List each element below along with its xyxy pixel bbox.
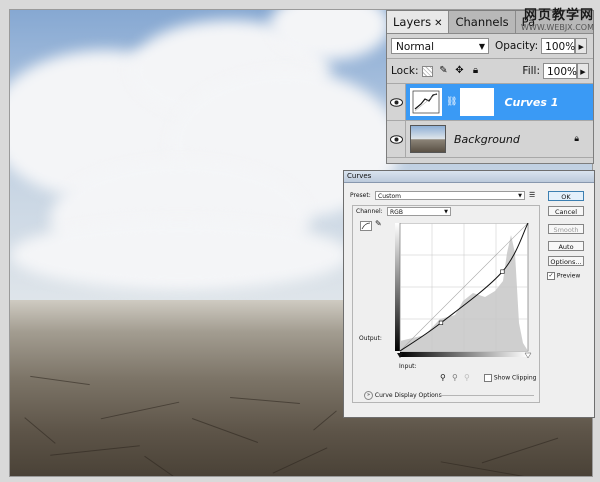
black-eyedropper-icon[interactable]: ⚲: [440, 373, 446, 382]
white-eyedropper-icon[interactable]: ⚲: [464, 373, 470, 382]
preset-value: Custom: [378, 193, 401, 200]
layer-mask-thumbnail[interactable]: [460, 88, 495, 116]
tab-layers[interactable]: Layers ✕: [387, 11, 450, 33]
show-clipping-label: Show Clipping: [493, 374, 537, 382]
tab-layers-label: Layers: [393, 15, 432, 29]
check-icon: ✓: [547, 272, 555, 280]
layers-panel: Layers ✕ Channels Pa Normal ▼ Opacity: 10…: [386, 10, 594, 164]
tab-channels-label: Channels: [455, 15, 509, 29]
preset-select[interactable]: Custom ▼: [375, 191, 525, 200]
opacity-arrow-icon[interactable]: ▶: [575, 38, 588, 54]
lock-label: Lock:: [391, 65, 419, 77]
lock-icon: 🔒︎: [574, 134, 579, 144]
output-gradient-bar: [395, 223, 400, 351]
preset-options-icon[interactable]: ☰: [529, 191, 535, 199]
dialog-title: Curves: [344, 171, 594, 183]
display-options-label: Curve Display Options: [374, 392, 442, 399]
watermark-url: WWW.WEBJX.COM: [521, 23, 594, 32]
checkbox-box: [484, 374, 492, 382]
watermark: 网页教学网 WWW.WEBJX.COM: [521, 4, 594, 32]
opacity-input[interactable]: 100%: [541, 38, 575, 54]
eye-icon[interactable]: [387, 121, 406, 157]
fill-arrow-icon[interactable]: ▶: [577, 63, 589, 79]
watermark-title: 网页教学网: [523, 8, 594, 23]
lock-pixels-icon[interactable]: ✎: [437, 65, 449, 77]
curves-dialog: Curves Preset: Custom ▼ ☰ OK Cancel Smoo…: [343, 170, 595, 418]
channel-label: Channel:: [356, 208, 383, 215]
channel-value: RGB: [390, 209, 403, 216]
curve-display-options-toggle[interactable]: » Curve Display Options: [364, 391, 442, 400]
eye-icon[interactable]: [387, 84, 406, 120]
pencil-icon[interactable]: ✎: [375, 219, 382, 228]
link-icon[interactable]: ⛓: [446, 97, 457, 107]
curve-point-tool-icon[interactable]: [360, 221, 372, 231]
layer-name[interactable]: Curves 1: [504, 96, 558, 109]
tab-channels[interactable]: Channels: [449, 11, 516, 33]
chevron-down-icon: ▼: [518, 193, 522, 199]
input-label: Input:: [399, 363, 417, 370]
layer-name[interactable]: Background: [454, 133, 520, 146]
preview-checkbox[interactable]: ✓ Preview: [547, 272, 580, 280]
output-label: Output:: [359, 335, 382, 342]
blend-mode-value: Normal: [396, 41, 434, 53]
smooth-button[interactable]: Smooth: [548, 224, 584, 234]
cancel-button[interactable]: Cancel: [548, 206, 584, 216]
channel-select[interactable]: RGB ▼: [387, 207, 451, 216]
lock-position-icon[interactable]: ✥: [453, 65, 465, 77]
show-clipping-checkbox[interactable]: Show Clipping: [484, 374, 536, 382]
fill-label: Fill:: [522, 65, 540, 77]
curves-adjustment-icon: [410, 88, 442, 116]
ok-button[interactable]: OK: [548, 191, 584, 201]
lock-row: Lock: ✎ ✥ 🔒︎ Fill: 100% ▶: [387, 59, 593, 84]
separator: [439, 395, 534, 396]
close-tab-icon[interactable]: ✕: [434, 18, 442, 29]
background-thumbnail: [410, 125, 446, 153]
blend-row: Normal ▼ Opacity: 100% ▶: [387, 34, 593, 59]
blend-mode-select[interactable]: Normal ▼: [391, 38, 489, 54]
cloud: [10, 220, 350, 290]
fill-input[interactable]: 100%: [543, 63, 577, 79]
preview-label: Preview: [556, 272, 581, 280]
layer-row-background[interactable]: Background 🔒︎: [387, 121, 593, 158]
chevron-down-icon: ▼: [444, 209, 448, 215]
curve-graph[interactable]: [395, 223, 533, 359]
preset-label: Preset:: [350, 192, 371, 199]
chevron-down-icon: ▼: [478, 42, 485, 51]
gray-eyedropper-icon[interactable]: ⚲: [452, 373, 458, 382]
expand-chevron-icon: »: [364, 391, 373, 400]
layer-row-curves[interactable]: ⛓ Curves 1: [387, 84, 593, 121]
options-button[interactable]: Options...: [548, 256, 584, 266]
curve-control-point[interactable]: [500, 269, 505, 274]
curve-control-point[interactable]: [438, 320, 444, 325]
opacity-label: Opacity:: [495, 40, 539, 52]
auto-button[interactable]: Auto: [548, 241, 584, 251]
lock-all-icon[interactable]: 🔒︎: [469, 65, 481, 77]
input-gradient-bar: [400, 352, 528, 357]
lock-transparency-icon[interactable]: [422, 65, 434, 77]
